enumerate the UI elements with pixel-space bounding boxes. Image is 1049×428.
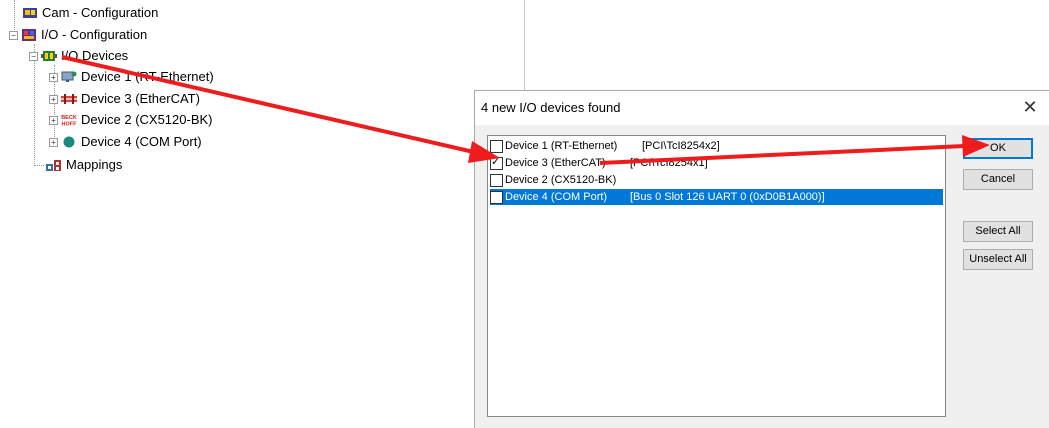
dialog-title: 4 new I/O devices found	[481, 100, 621, 115]
device-row-4[interactable]: Device 4 (COM Port) [Bus 0 Slot 126 UART…	[490, 189, 943, 205]
device-name: Device 2 (CX5120-BK)	[505, 174, 617, 186]
device-address: [PCI\TcI8254x1]	[630, 157, 708, 169]
beckhoff-device-icon: BECK HOFF	[61, 113, 77, 128]
cam-config-icon	[22, 6, 38, 20]
ok-button[interactable]: OK	[963, 138, 1033, 159]
expand-icon[interactable]: +	[49, 94, 58, 104]
device-row-2[interactable]: Device 2 (CX5120-BK)	[490, 172, 943, 188]
expand-icon[interactable]: +	[49, 115, 58, 125]
device-checkbox[interactable]	[490, 190, 503, 204]
tree-item-io-configuration[interactable]: − I/O - Configuration	[9, 25, 147, 45]
tree-item-device-2[interactable]: + BECK HOFF Device 2 (CX5120-BK)	[49, 110, 213, 130]
cancel-button[interactable]: Cancel	[963, 169, 1033, 190]
device-checklist[interactable]: Device 1 (RT-Ethernet) [PCI\TcI8254x2] ✓…	[487, 135, 946, 417]
ethercat-device-icon	[61, 92, 77, 106]
expand-icon[interactable]: +	[49, 137, 58, 147]
tree-item-label: Device 3 (EtherCAT)	[81, 91, 200, 106]
tree-connector	[34, 165, 44, 166]
svg-text:BECK: BECK	[61, 115, 77, 121]
collapse-icon[interactable]: −	[9, 30, 18, 40]
tree-item-label: Cam - Configuration	[42, 5, 159, 20]
checkmark-icon: ✓	[491, 155, 501, 168]
dialog-titlebar[interactable]: 4 new I/O devices found ✕	[475, 91, 1049, 125]
device-row-1[interactable]: Device 1 (RT-Ethernet) [PCI\TcI8254x2]	[490, 138, 943, 154]
device-name: Device 3 (EtherCAT)	[505, 157, 606, 169]
tree-item-label: Mappings	[66, 157, 123, 172]
device-name: Device 4 (COM Port)	[505, 191, 608, 203]
tree-item-label: Device 1 (RT-Ethernet)	[81, 69, 214, 84]
collapse-icon[interactable]: −	[29, 51, 38, 61]
tree-item-label: I/O - Configuration	[41, 27, 148, 42]
ethernet-device-icon	[61, 70, 77, 84]
device-row-3[interactable]: ✓ Device 3 (EtherCAT) [PCI\TcI8254x1]	[490, 155, 943, 171]
tree-item-mappings[interactable]: Mappings	[46, 155, 122, 175]
tree-item-cam-configuration[interactable]: Cam - Configuration	[22, 3, 158, 23]
mappings-icon	[46, 158, 62, 172]
tree-item-label: Device 4 (COM Port)	[81, 134, 202, 149]
com-port-icon	[61, 135, 77, 149]
svg-text:HOFF: HOFF	[62, 122, 77, 128]
device-checkbox[interactable]	[490, 139, 503, 153]
tree-item-device-3[interactable]: + Device 3 (EtherCAT)	[49, 89, 200, 109]
io-devices-icon	[41, 49, 57, 63]
close-icon[interactable]: ✕	[1019, 96, 1041, 118]
select-all-button[interactable]: Select All	[963, 221, 1033, 242]
device-name: Device 1 (RT-Ethernet)	[505, 140, 618, 152]
unselect-all-button[interactable]: Unselect All	[963, 249, 1033, 270]
tree-item-label: Device 2 (CX5120-BK)	[81, 112, 213, 127]
tree-item-io-devices[interactable]: − I/O Devices	[29, 46, 128, 66]
tree-item-device-4[interactable]: + Device 4 (COM Port)	[49, 132, 202, 152]
tree-item-device-1[interactable]: + Device 1 (RT-Ethernet)	[49, 67, 214, 87]
tree-item-label: I/O Devices	[61, 48, 129, 63]
io-config-icon	[21, 28, 37, 42]
device-address: [PCI\TcI8254x2]	[642, 140, 720, 152]
device-checkbox[interactable]	[490, 173, 503, 187]
device-address: [Bus 0 Slot 126 UART 0 (0xD0B1A000)]	[630, 191, 825, 203]
expand-icon[interactable]: +	[49, 72, 58, 82]
new-devices-dialog: 4 new I/O devices found ✕ Device 1 (RT-E…	[474, 90, 1049, 428]
solution-tree: Cam - Configuration − I/O - Configuratio…	[0, 0, 525, 428]
device-checkbox-checked[interactable]: ✓	[490, 155, 503, 170]
